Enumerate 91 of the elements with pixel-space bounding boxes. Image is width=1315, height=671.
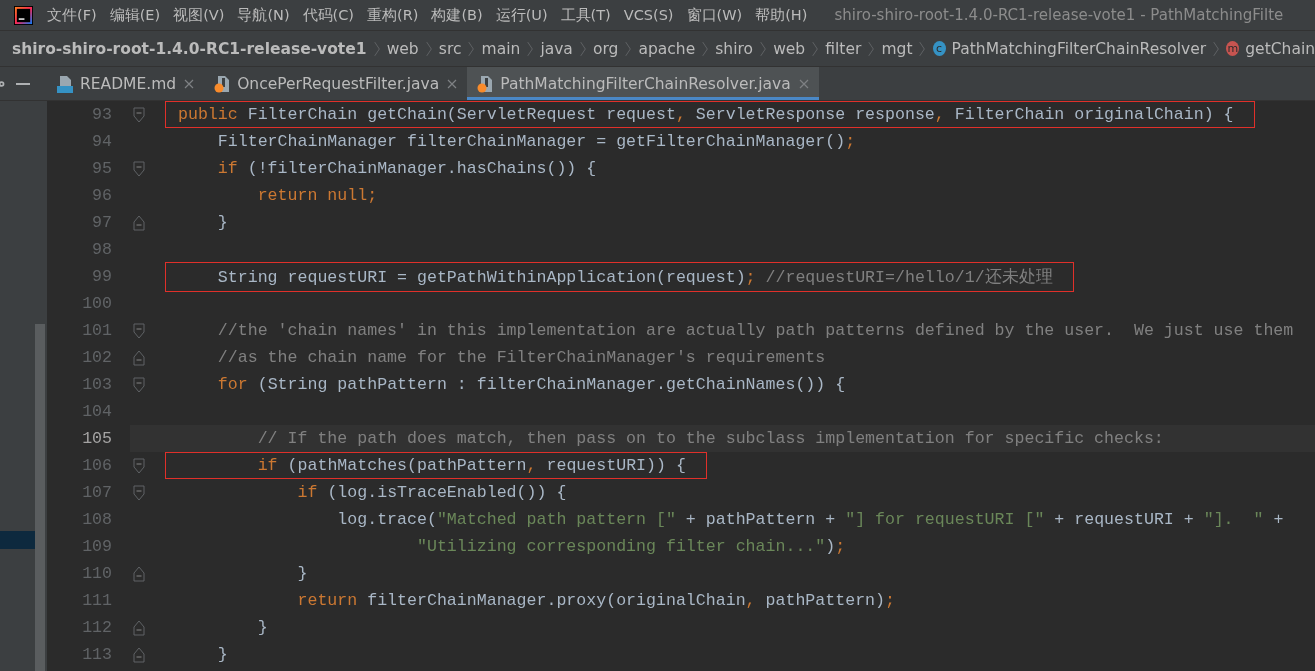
editor-tab[interactable]: README.md: [47, 67, 205, 100]
line-number: 97: [91, 213, 112, 232]
code-line: }: [296, 564, 308, 583]
fold-marker-icon[interactable]: [133, 160, 145, 177]
line-number: 111: [81, 591, 112, 610]
breadcrumb-item[interactable]: web: [773, 39, 806, 58]
menu-item[interactable]: 编辑(E): [109, 5, 161, 25]
line-number: 108: [81, 510, 112, 529]
line-number: 104: [81, 402, 112, 421]
line-number: 100: [81, 294, 112, 313]
fold-marker-icon[interactable]: [133, 376, 145, 393]
close-icon[interactable]: [184, 78, 195, 89]
menu-item[interactable]: 工具(T): [560, 5, 611, 25]
symbol-badge: c: [932, 41, 946, 56]
menu-item[interactable]: 帮助(H): [755, 5, 808, 25]
breadcrumb-item[interactable]: apache: [638, 39, 696, 58]
fold-marker-icon[interactable]: [133, 646, 145, 663]
line-number: 99: [91, 267, 112, 286]
menu-item[interactable]: VCS(S): [623, 7, 674, 23]
breadcrumb-item[interactable]: mgt: [881, 39, 913, 58]
line-number: 96: [91, 186, 112, 205]
fold-marker-icon[interactable]: [133, 214, 145, 231]
code-line: String requestURI = getPathWithinApplication(request); //requestURI=/hello/1/还未处理: [216, 267, 1053, 287]
breadcrumb-item[interactable]: shiro: [715, 39, 754, 58]
line-number: 109: [81, 537, 112, 556]
fold-marker-icon[interactable]: [133, 619, 145, 636]
code-line: //the 'chain names' in this implementation are actually path patterns defined by the user. We just use them: [216, 321, 1294, 340]
line-number: 103: [81, 375, 112, 394]
code-line: if (!filterChainManager.hasChains()) {: [216, 159, 597, 178]
breadcrumb-item[interactable]: PathMatchingFilterChainResolver: [951, 39, 1207, 58]
markdown-file-icon: [57, 74, 73, 93]
code-line: public FilterChain getChain(ServletRequest request, ServletResponse response, FilterChain originalChain) {: [178, 105, 1234, 124]
code-line: return null;: [256, 186, 378, 205]
menu-item[interactable]: 文件(F): [47, 5, 97, 25]
window-title: shiro-shiro-root-1.4.0-RC1-release-vote1 - PathMatchingFilte: [834, 6, 1284, 24]
line-number: 93: [91, 105, 112, 124]
editor-tab[interactable]: PathMatchingFilterChainResolver.java: [467, 67, 819, 100]
minimize-icon[interactable]: [16, 82, 30, 85]
breadcrumb-item[interactable]: src: [438, 39, 462, 58]
java-file-icon: [214, 74, 231, 93]
fold-marker-icon[interactable]: [133, 349, 145, 366]
menu-item[interactable]: 代码(C): [302, 5, 354, 25]
code-line: return filterChainManager.proxy(originalChain, pathPattern);: [296, 591, 895, 610]
code-line: }: [256, 618, 268, 637]
menu-item[interactable]: 构建(B): [431, 5, 483, 25]
fold-marker-icon[interactable]: [133, 565, 145, 582]
breadcrumb-item[interactable]: java: [540, 39, 573, 58]
code-line: for (String pathPattern : filterChainManager.getChainNames()) {: [216, 375, 846, 394]
line-number: 110: [81, 564, 112, 583]
menu-item[interactable]: 视图(V): [173, 5, 225, 25]
code-line: }: [216, 645, 228, 664]
breadcrumb-item[interactable]: getChain: [1245, 39, 1315, 58]
line-number: 102: [81, 348, 112, 367]
line-number: 98: [91, 240, 112, 259]
code-line: FilterChainManager filterChainManager = getFilterChainManager();: [216, 132, 856, 151]
line-number: 105: [81, 429, 112, 448]
fold-marker-icon[interactable]: [133, 457, 145, 474]
selection-marker: [0, 531, 35, 549]
scrollbar-thumb[interactable]: [35, 324, 45, 671]
breadcrumb-item[interactable]: shiro-shiro-root-1.4.0-RC1-release-vote1: [12, 39, 367, 58]
fold-marker-icon[interactable]: [133, 106, 145, 123]
menu-item[interactable]: 运行(U): [495, 5, 548, 25]
code-line: }: [216, 213, 228, 232]
java-file-icon: [477, 74, 494, 93]
breadcrumb-item[interactable]: main: [481, 39, 521, 58]
code-line: //as the chain name for the FilterChainManager's requirements: [216, 348, 826, 367]
editor-tab[interactable]: OncePerRequestFilter.java: [204, 67, 468, 100]
line-number: 95: [91, 159, 112, 178]
line-number: 94: [91, 132, 112, 151]
fold-marker-icon[interactable]: [133, 322, 145, 339]
code-line: "Utilizing corresponding filter chain...");: [416, 537, 846, 556]
menu-item[interactable]: 重构(R): [367, 5, 419, 25]
breadcrumb-item[interactable]: web: [386, 39, 419, 58]
symbol-badge: m: [1226, 41, 1240, 56]
line-number: 113: [81, 645, 112, 664]
app-logo-icon: [14, 5, 33, 25]
close-icon[interactable]: [798, 78, 809, 89]
code-line: if (pathMatches(pathPattern, requestURI)) {: [256, 456, 686, 475]
code-line: log.trace("Matched path pattern [" + pathPattern + "] for requestURI [" + requestURI + "]. " +: [336, 510, 1284, 529]
close-icon[interactable]: [447, 78, 458, 89]
line-number: 106: [81, 456, 112, 475]
menu-item[interactable]: 导航(N): [237, 5, 290, 25]
breadcrumb-item[interactable]: org: [592, 39, 619, 58]
code-line: // If the path does match, then pass on to the subclass implementation for specific checks:: [256, 429, 1164, 448]
line-number: 112: [81, 618, 112, 637]
breadcrumb-item[interactable]: filter: [825, 39, 862, 58]
line-number: 101: [81, 321, 112, 340]
fold-marker-icon[interactable]: [133, 484, 145, 501]
menu-item[interactable]: 窗口(W): [686, 5, 743, 25]
code-line: if (log.isTraceEnabled()) {: [296, 483, 567, 502]
line-number: 107: [81, 483, 112, 502]
